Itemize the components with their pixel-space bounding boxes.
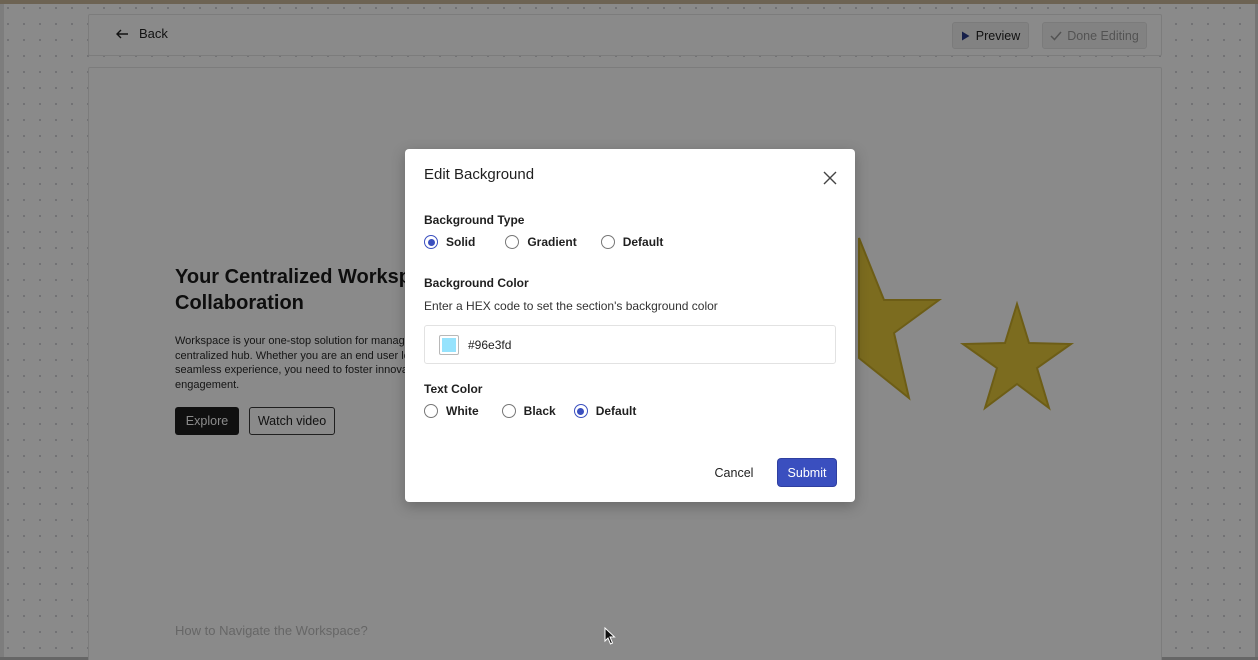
radio-default-text[interactable]	[573, 404, 588, 418]
radio-solid-label: Solid	[446, 235, 476, 249]
hex-value[interactable]: #96e3fd	[468, 338, 511, 352]
text-color-black[interactable]: Black	[501, 404, 556, 418]
radio-default-bg-label: Default	[622, 235, 664, 249]
radio-black-label: Black	[523, 404, 556, 418]
radio-black[interactable]	[501, 404, 516, 418]
radio-white[interactable]	[424, 404, 438, 418]
dialog-title: Edit Background	[424, 166, 535, 183]
text-color-radio-group: White Black Default	[424, 404, 660, 418]
hex-color-input[interactable]: #96e3fd	[424, 325, 836, 364]
radio-solid[interactable]	[424, 235, 438, 249]
background-type-label: Background Type	[424, 213, 525, 227]
radio-white-label: White	[446, 404, 479, 418]
mouse-cursor-icon	[604, 627, 616, 645]
radio-default-text-label: Default	[595, 404, 637, 418]
background-type-solid[interactable]: Solid	[424, 235, 475, 249]
edit-background-dialog: Edit Background Background Type Solid Gr…	[405, 149, 855, 502]
background-type-radio-group: Solid Gradient Default	[424, 235, 687, 249]
radio-gradient-label: Gradient	[527, 235, 577, 249]
background-type-gradient[interactable]: Gradient	[505, 235, 577, 249]
color-swatch[interactable]	[439, 334, 459, 355]
text-color-label: Text Color	[424, 382, 483, 396]
background-color-helper: Enter a HEX code to set the section's ba…	[424, 299, 718, 313]
radio-default-bg[interactable]	[600, 235, 615, 249]
radio-gradient[interactable]	[505, 235, 520, 249]
cancel-button[interactable]: Cancel	[705, 459, 763, 486]
text-color-white[interactable]: White	[424, 404, 479, 418]
background-type-default[interactable]: Default	[600, 235, 664, 249]
background-color-label: Background Color	[424, 276, 529, 290]
submit-button[interactable]: Submit	[778, 459, 836, 486]
text-color-default[interactable]: Default	[573, 404, 637, 418]
close-icon[interactable]	[822, 170, 838, 186]
